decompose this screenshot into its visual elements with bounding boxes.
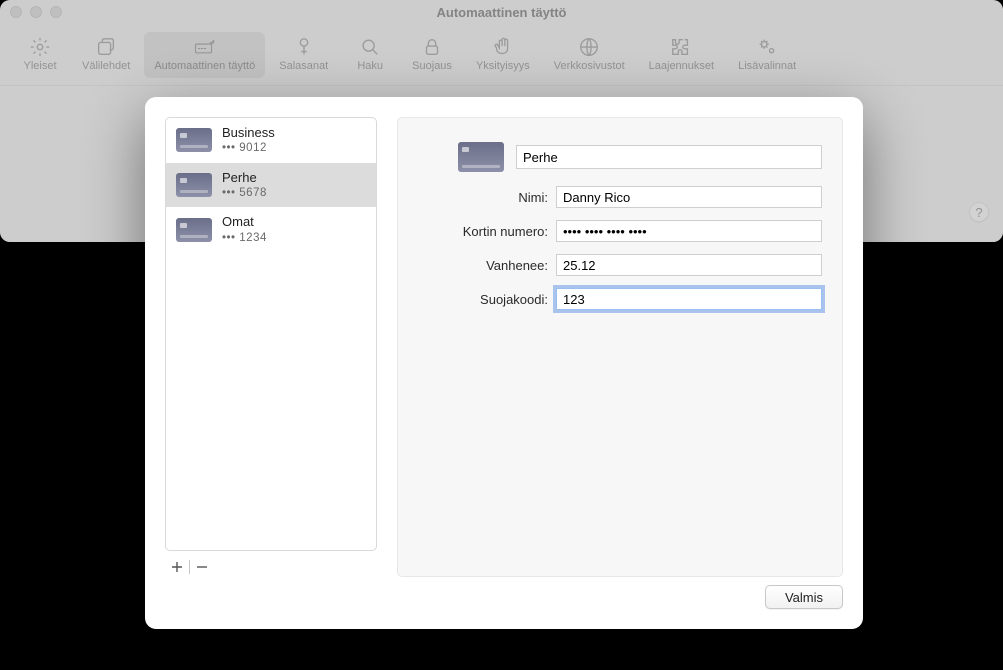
credit-card-icon (458, 142, 504, 172)
card-name: Business (222, 125, 275, 141)
card-expiry-input[interactable] (556, 254, 822, 276)
card-last4: ••• 9012 (222, 141, 275, 155)
card-description-input[interactable] (516, 145, 822, 169)
card-row-omat[interactable]: Omat ••• 1234 (166, 207, 376, 252)
credit-card-icon (176, 218, 212, 242)
card-cvv-input[interactable] (556, 288, 822, 310)
card-row-perhe[interactable]: Perhe ••• 5678 (166, 163, 376, 208)
card-form: Nimi: Kortin numero: Vanhenee: Suojakood… (397, 117, 843, 577)
card-last4: ••• 5678 (222, 186, 267, 200)
label-expiry: Vanhenee: (418, 258, 556, 273)
done-button[interactable]: Valmis (765, 585, 843, 609)
remove-card-button[interactable] (190, 557, 214, 577)
card-name: Perhe (222, 170, 267, 186)
credit-cards-sheet: Business ••• 9012 Perhe ••• 5678 Omat (145, 97, 863, 629)
card-row-business[interactable]: Business ••• 9012 (166, 118, 376, 163)
label-number: Kortin numero: (418, 224, 556, 239)
card-list: Business ••• 9012 Perhe ••• 5678 Omat (165, 117, 377, 551)
card-number-input[interactable] (556, 220, 822, 242)
list-controls (165, 557, 377, 577)
card-name: Omat (222, 214, 267, 230)
credit-card-icon (176, 173, 212, 197)
credit-card-icon (176, 128, 212, 152)
cardholder-name-input[interactable] (556, 186, 822, 208)
label-cvv: Suojakoodi: (418, 292, 556, 307)
card-last4: ••• 1234 (222, 231, 267, 245)
label-name: Nimi: (418, 190, 556, 205)
add-card-button[interactable] (165, 557, 189, 577)
